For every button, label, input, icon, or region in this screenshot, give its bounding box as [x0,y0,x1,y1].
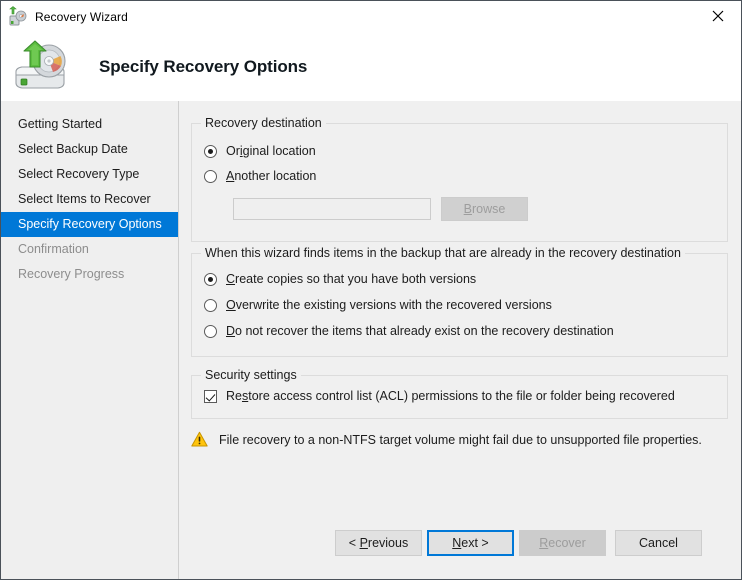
wizard-header: Specify Recovery Options [1,32,741,101]
wizard-steps-sidebar: Getting Started Select Backup Date Selec… [1,101,179,579]
radio-indicator-icon [204,144,217,158]
sidebar-item-select-recovery-type[interactable]: Select Recovery Type [1,162,178,187]
radio-original-location-label: Original location [226,144,316,158]
sidebar-item-label: Specify Recovery Options [18,217,162,231]
radio-create-copies-label: Create copies so that you have both vers… [226,272,477,286]
sidebar-item-label: Getting Started [18,117,103,131]
checkbox-indicator-icon [204,389,217,403]
sidebar-item-label: Select Backup Date [18,142,128,156]
browse-button[interactable]: Browse [441,197,528,221]
sidebar-item-select-items-to-recover[interactable]: Select Items to Recover [1,187,178,212]
warning-triangle-icon [191,431,208,448]
next-button[interactable]: Next > [427,530,514,556]
security-settings-legend: Security settings [201,368,301,382]
another-location-path-input[interactable] [233,198,431,220]
checkbox-restore-acl[interactable]: Restore access control list (ACL) permis… [204,389,675,403]
body-area: Getting Started Select Backup Date Selec… [1,101,741,579]
recovery-wizard-icon [7,5,29,28]
radio-indicator-icon [204,324,217,338]
recover-button[interactable]: Recover [519,530,606,556]
disk-restore-icon [11,39,75,95]
radio-do-not-recover-label: Do not recover the items that already ex… [226,324,614,338]
checkbox-restore-acl-label: Restore access control list (ACL) permis… [226,389,675,403]
page-title: Specify Recovery Options [99,56,308,76]
ntfs-warning: File recovery to a non-NTFS target volum… [191,431,702,448]
sidebar-item-specify-recovery-options[interactable]: Specify Recovery Options [1,212,178,237]
previous-button[interactable]: < Previous [335,530,422,556]
sidebar-item-select-backup-date[interactable]: Select Backup Date [1,137,178,162]
close-icon[interactable] [695,1,741,31]
sidebar-item-label: Recovery Progress [18,267,125,281]
wizard-footer: < Previous Next > Recover Cancel [180,525,741,579]
sidebar-item-label: Confirmation [18,242,89,256]
security-settings-group: Security settings Restore access control… [191,368,728,419]
radio-overwrite-existing[interactable]: Overwrite the existing versions with the… [204,298,552,312]
radio-do-not-recover[interactable]: Do not recover the items that already ex… [204,324,614,338]
titlebar: Recovery Wizard [1,1,741,32]
radio-indicator-icon [204,298,217,312]
conflict-handling-legend: When this wizard finds items in the back… [201,246,685,260]
radio-another-location-label: Another location [226,169,317,183]
ntfs-warning-text: File recovery to a non-NTFS target volum… [219,432,702,447]
options-content-pane: Recovery destination Original location A… [180,101,741,579]
cancel-button[interactable]: Cancel [615,530,702,556]
window-title: Recovery Wizard [35,9,128,24]
radio-indicator-icon [204,272,217,286]
sidebar-item-getting-started[interactable]: Getting Started [1,112,178,137]
sidebar-item-recovery-progress: Recovery Progress [1,262,178,287]
recovery-destination-legend: Recovery destination [201,116,326,130]
radio-original-location[interactable]: Original location [204,144,316,158]
recovery-wizard-window: Recovery Wizard Specify Recovery Options… [0,0,742,580]
radio-another-location[interactable]: Another location [204,169,316,183]
sidebar-item-label: Select Items to Recover [18,192,151,206]
conflict-handling-group: When this wizard finds items in the back… [191,246,728,357]
sidebar-item-label: Select Recovery Type [18,167,140,181]
radio-create-copies[interactable]: Create copies so that you have both vers… [204,272,476,286]
recovery-destination-group: Recovery destination Original location A… [191,116,728,242]
radio-overwrite-existing-label: Overwrite the existing versions with the… [226,298,552,312]
sidebar-item-confirmation: Confirmation [1,237,178,262]
radio-indicator-icon [204,169,217,183]
